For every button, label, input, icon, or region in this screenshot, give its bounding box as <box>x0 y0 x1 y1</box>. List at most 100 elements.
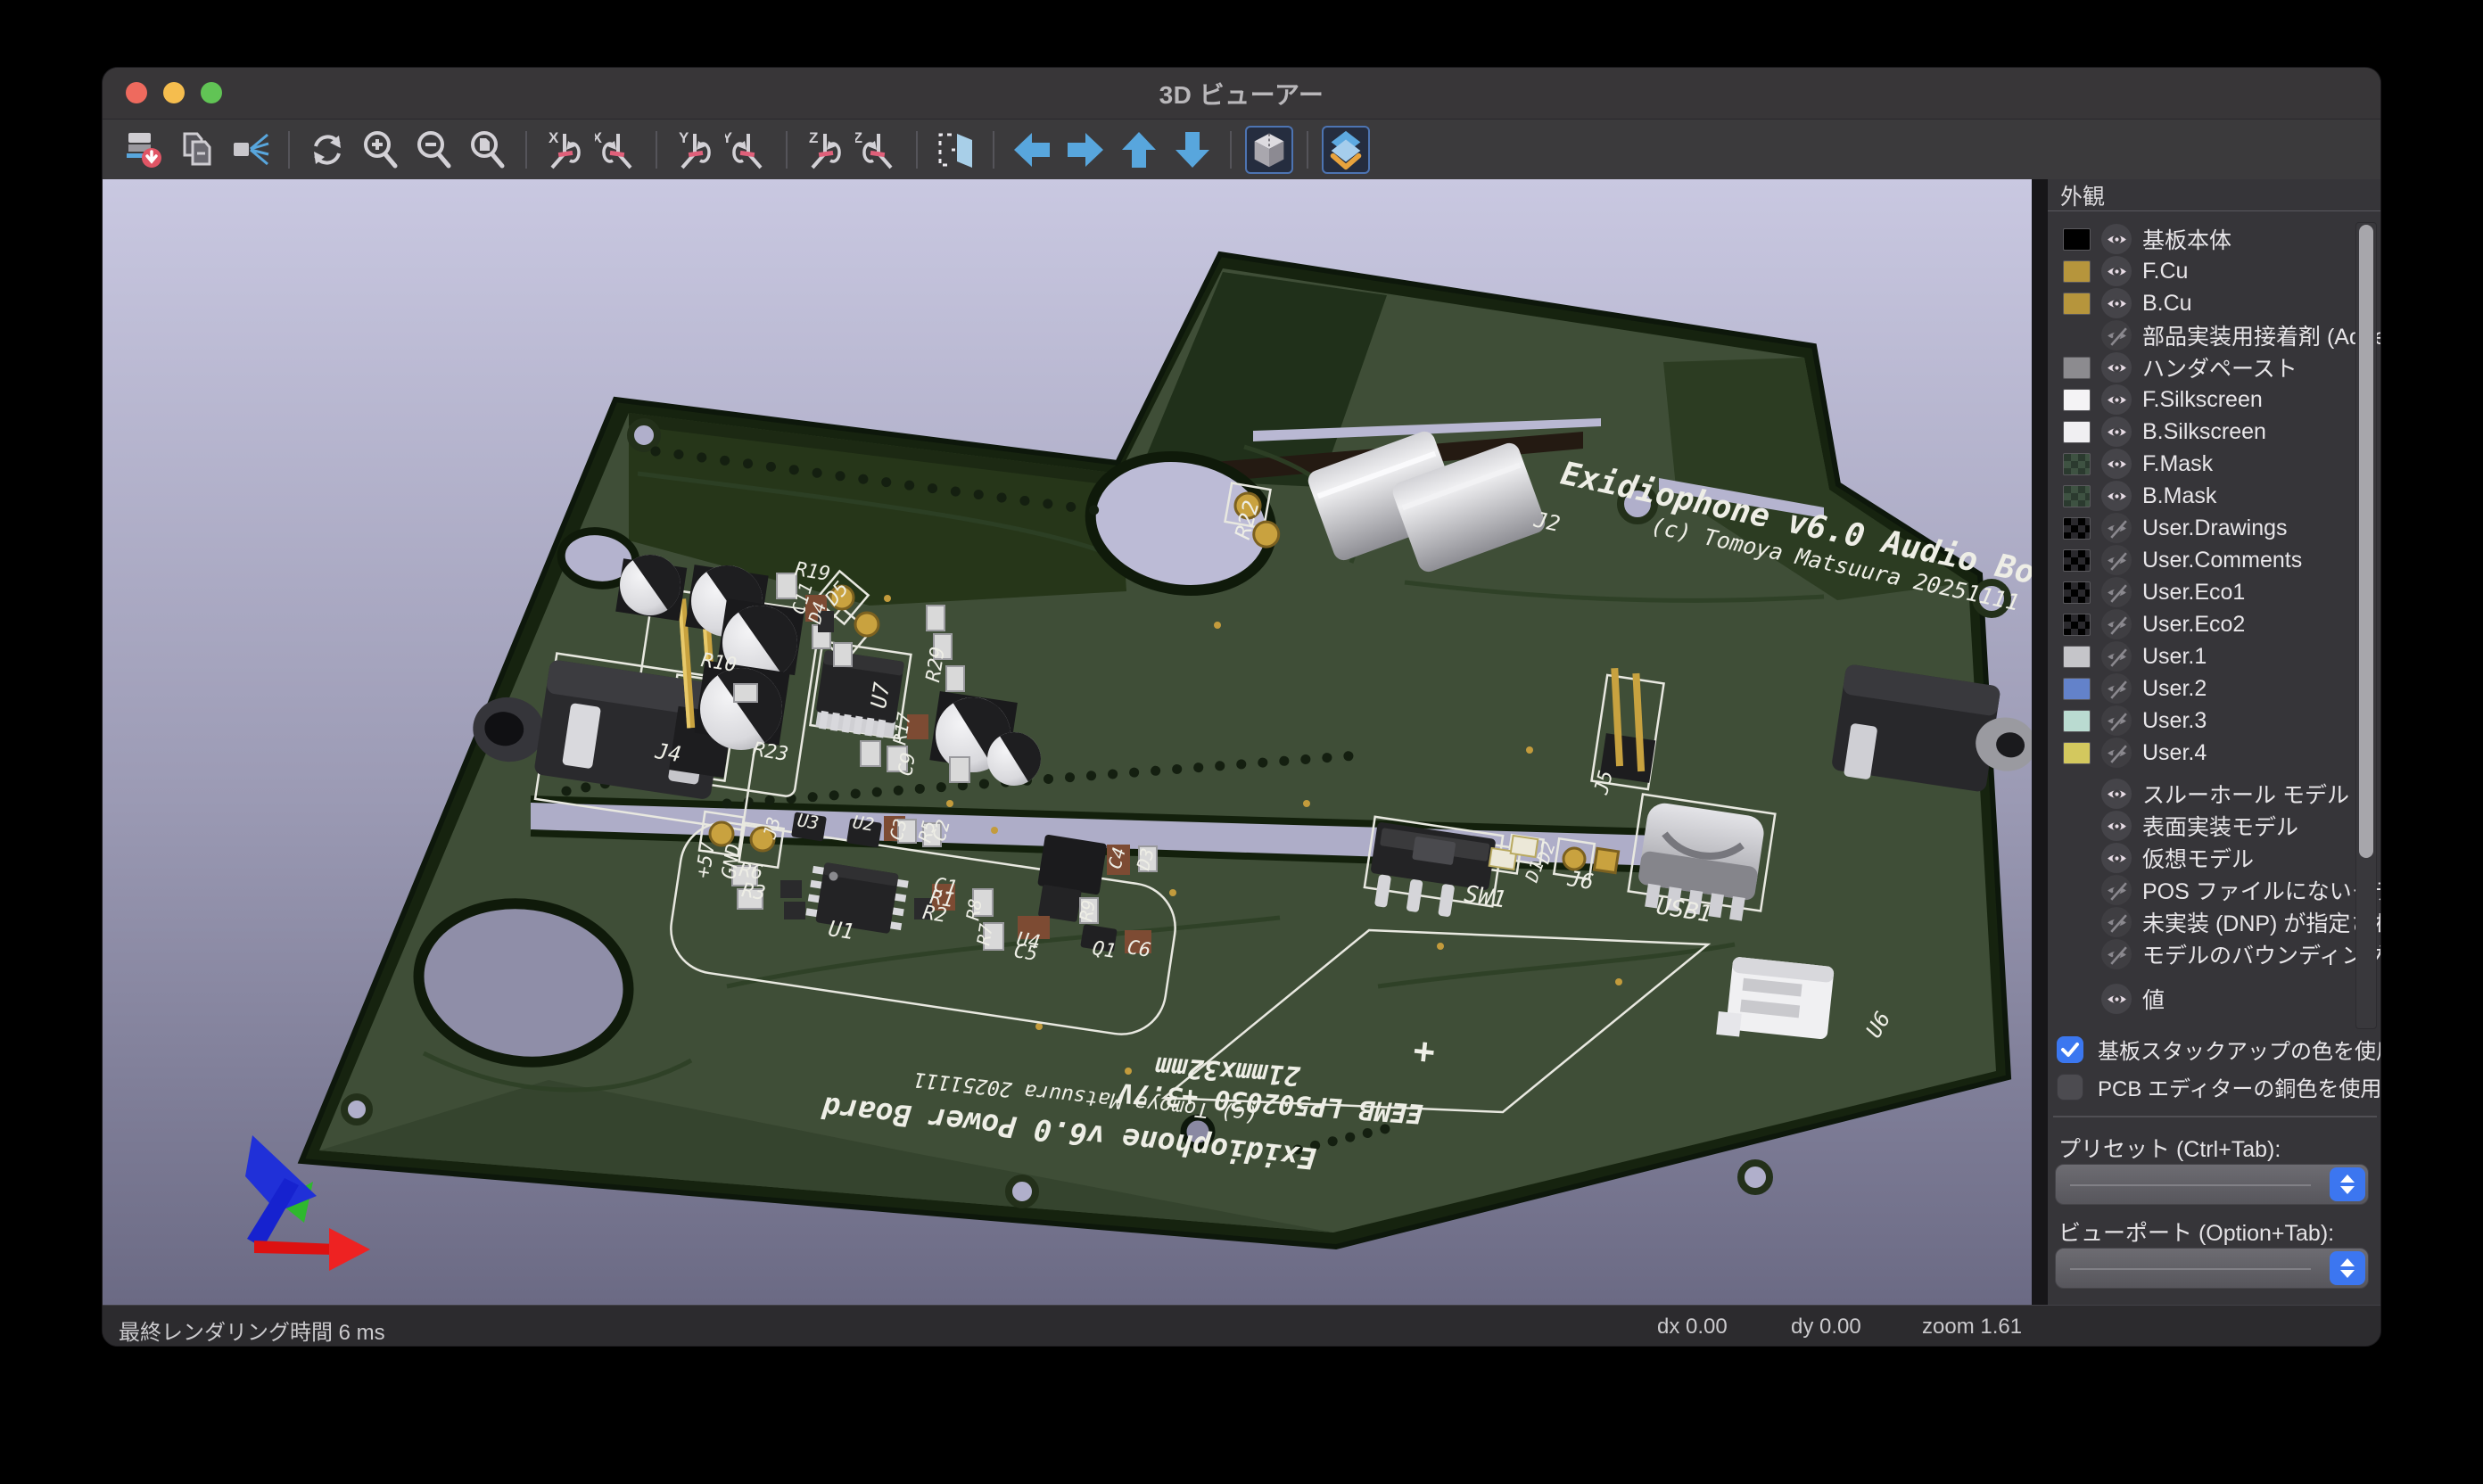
raytracing-toggle-button[interactable] <box>227 126 275 174</box>
visibility-eye-icon[interactable] <box>2101 416 2132 447</box>
orthographic-projection-toggle[interactable] <box>1245 126 1293 174</box>
layer-row[interactable]: F.Silkscreen <box>2048 383 2381 416</box>
visibility-eye-off-icon[interactable] <box>2101 641 2132 672</box>
model-row[interactable]: POS ファイルにないモデル <box>2048 874 2381 906</box>
appearance-panel-toggle[interactable] <box>1322 126 1370 174</box>
layer-row[interactable]: ハンダペースト <box>2048 351 2381 383</box>
visibility-eye-off-icon[interactable] <box>2101 939 2132 969</box>
model-row[interactable]: スルーホール モデル <box>2048 778 2381 810</box>
visibility-eye-icon[interactable] <box>2101 256 2132 286</box>
rotate-z-ccw-button[interactable]: Z <box>801 126 849 174</box>
zoom-window-button[interactable] <box>201 82 222 103</box>
pan-left-button[interactable] <box>1008 126 1056 174</box>
combobox-stepper-icon[interactable] <box>2330 1251 2365 1285</box>
visibility-eye-off-icon[interactable] <box>2101 320 2132 350</box>
visibility-eye-off-icon[interactable] <box>2101 577 2132 607</box>
model-row[interactable]: 表面実装モデル <box>2048 810 2381 842</box>
checkbox-unchecked-icon[interactable] <box>2057 1074 2083 1101</box>
layer-row[interactable]: User.Eco2 <box>2048 608 2381 640</box>
visibility-eye-off-icon[interactable] <box>2101 545 2132 575</box>
visibility-eye-icon[interactable] <box>2101 288 2132 318</box>
copy-image-button[interactable] <box>173 126 221 174</box>
visibility-eye-icon[interactable] <box>2101 811 2132 841</box>
model-row[interactable]: 未実装 (DNP) が指定されたモデル <box>2048 906 2381 938</box>
layer-row[interactable]: User.4 <box>2048 737 2381 769</box>
layer-row[interactable]: User.2 <box>2048 672 2381 705</box>
layer-row[interactable]: B.Silkscreen <box>2048 416 2381 448</box>
visibility-eye-icon[interactable] <box>2101 779 2132 809</box>
visibility-eye-icon[interactable] <box>2101 352 2132 383</box>
viewport-combobox[interactable] <box>2055 1248 2369 1289</box>
visibility-eye-off-icon[interactable] <box>2101 513 2132 543</box>
visibility-eye-off-icon[interactable] <box>2101 875 2132 905</box>
use-pcb-copper-color-checkbox-row[interactable]: PCB エディターの銅色を使用 <box>2057 1071 2381 1102</box>
3d-viewport-canvas[interactable]: Exidiophone v6.0 Audio Board(c) Tomoya M… <box>103 179 2032 1305</box>
value-row[interactable]: 値 <box>2048 983 2381 1015</box>
close-window-button[interactable] <box>126 82 147 103</box>
visibility-eye-icon[interactable] <box>2101 224 2132 254</box>
redraw-button[interactable] <box>303 126 351 174</box>
rotate-z-cw-button[interactable]: Z <box>854 126 903 174</box>
scrollbar-thumb[interactable] <box>2359 225 2373 858</box>
layer-color-swatch[interactable] <box>2063 485 2091 507</box>
layer-row[interactable]: F.Cu <box>2048 255 2381 287</box>
pan-up-button[interactable] <box>1115 126 1163 174</box>
layer-color-swatch[interactable] <box>2063 581 2091 604</box>
visibility-eye-icon[interactable] <box>2101 481 2132 511</box>
layer-row[interactable]: User.1 <box>2048 640 2381 672</box>
model-row[interactable]: 仮想モデル <box>2048 842 2381 874</box>
layer-color-swatch[interactable] <box>2063 549 2091 572</box>
layer-label: B.Mask <box>2142 483 2216 509</box>
model-row[interactable]: モデルのバウンディングボックス <box>2048 938 2381 970</box>
layer-row[interactable]: User.3 <box>2048 705 2381 737</box>
pan-down-button[interactable] <box>1168 126 1217 174</box>
layer-color-swatch[interactable] <box>2063 357 2091 379</box>
layer-color-swatch[interactable] <box>2063 517 2091 540</box>
visibility-eye-icon[interactable] <box>2101 449 2132 479</box>
3d-viewport[interactable]: Exidiophone v6.0 Audio Board(c) Tomoya M… <box>103 179 2032 1305</box>
layer-row[interactable]: User.Comments <box>2048 544 2381 576</box>
combobox-stepper-icon[interactable] <box>2330 1167 2365 1201</box>
zoom-in-button[interactable] <box>357 126 405 174</box>
layer-row[interactable]: 基板本体 <box>2048 223 2381 255</box>
minimize-window-button[interactable] <box>163 82 185 103</box>
pan-right-button[interactable] <box>1061 126 1110 174</box>
layer-row[interactable]: B.Cu <box>2048 287 2381 319</box>
layer-row[interactable]: B.Mask <box>2048 480 2381 512</box>
layer-color-swatch[interactable] <box>2063 293 2091 315</box>
layer-color-swatch[interactable] <box>2063 260 2091 283</box>
layer-color-swatch[interactable] <box>2063 646 2091 668</box>
layer-color-swatch[interactable] <box>2063 614 2091 636</box>
reload-board-button[interactable] <box>120 126 168 174</box>
layer-row[interactable]: User.Drawings <box>2048 512 2381 544</box>
rotate-y-cw-button[interactable]: Y <box>724 126 772 174</box>
layer-color-swatch[interactable] <box>2063 389 2091 411</box>
layer-row[interactable]: 部品実装用接着剤 (Adhesive) <box>2048 319 2381 351</box>
layer-color-swatch[interactable] <box>2063 421 2091 443</box>
layer-color-swatch[interactable] <box>2063 710 2091 732</box>
visibility-eye-off-icon[interactable] <box>2101 673 2132 704</box>
zoom-out-button[interactable] <box>410 126 458 174</box>
use-stackup-colors-checkbox-row[interactable]: 基板スタックアップの色を使用 <box>2057 1034 2381 1065</box>
visibility-eye-off-icon[interactable] <box>2101 738 2132 768</box>
visibility-eye-icon[interactable] <box>2101 843 2132 873</box>
rotate-x-cw-button[interactable]: X <box>594 126 642 174</box>
layer-color-swatch[interactable] <box>2063 228 2091 251</box>
visibility-eye-off-icon[interactable] <box>2101 609 2132 639</box>
layer-color-swatch[interactable] <box>2063 453 2091 475</box>
rotate-x-ccw-button[interactable]: X <box>540 126 589 174</box>
preset-combobox[interactable] <box>2055 1164 2369 1205</box>
visibility-eye-icon[interactable] <box>2101 384 2132 415</box>
zoom-fit-button[interactable] <box>464 126 512 174</box>
flip-board-button[interactable] <box>931 126 979 174</box>
layer-row[interactable]: F.Mask <box>2048 448 2381 480</box>
rotate-y-ccw-button[interactable]: Y <box>671 126 719 174</box>
layer-color-swatch[interactable] <box>2063 742 2091 764</box>
layer-color-swatch[interactable] <box>2063 678 2091 700</box>
visibility-eye-icon[interactable] <box>2101 984 2132 1014</box>
checkbox-checked-icon[interactable] <box>2057 1036 2083 1063</box>
scrollbar-track[interactable] <box>2355 222 2377 1029</box>
visibility-eye-off-icon[interactable] <box>2101 907 2132 937</box>
visibility-eye-off-icon[interactable] <box>2101 705 2132 736</box>
layer-row[interactable]: User.Eco1 <box>2048 576 2381 608</box>
